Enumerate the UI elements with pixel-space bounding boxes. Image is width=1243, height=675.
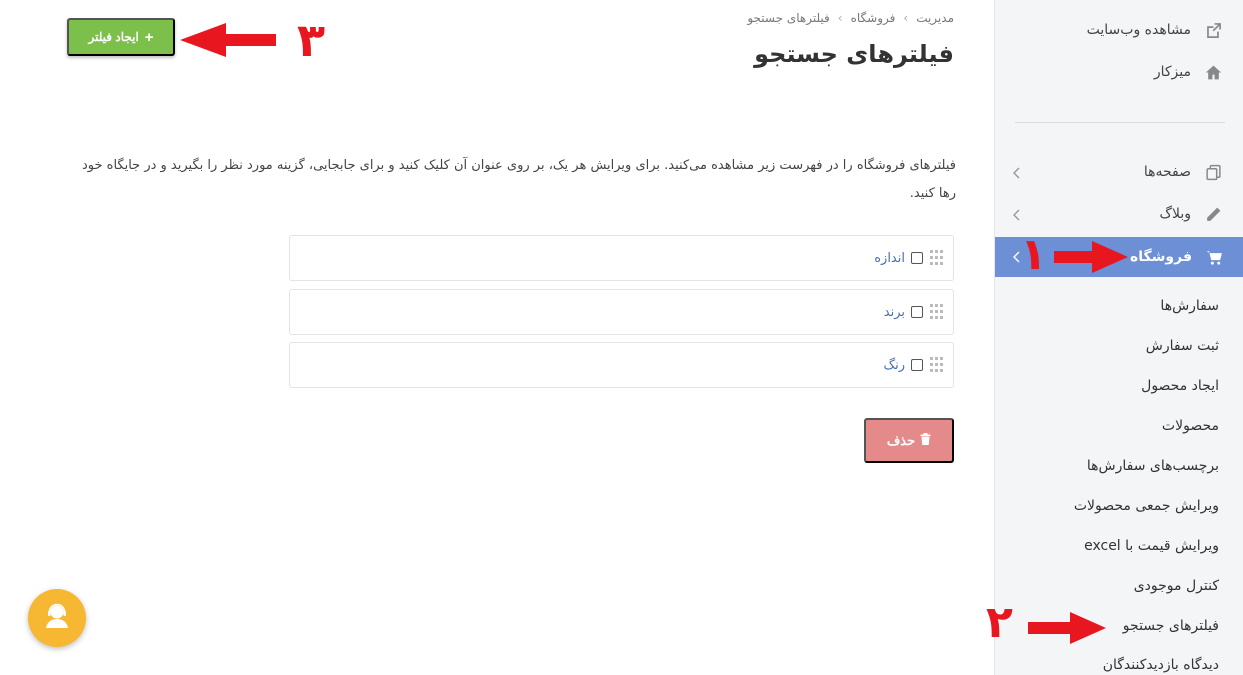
pencil-icon bbox=[1203, 204, 1223, 224]
annotation-arrow-1 bbox=[1054, 241, 1128, 273]
shop-sub-orders[interactable]: سفارش‌ها bbox=[1160, 298, 1219, 314]
shop-sub-excel-price[interactable]: ویرایش قیمت با excel bbox=[1084, 538, 1219, 554]
sidebar-item-pages[interactable]: صفحه‌ها bbox=[1144, 162, 1223, 182]
filter-checkbox[interactable] bbox=[911, 359, 923, 371]
breadcrumb-separator: › bbox=[903, 11, 909, 25]
sidebar: مشاهده وب‌سایت میزکار صفحه‌ها وبلاگ bbox=[994, 0, 1243, 675]
view-website-label: مشاهده وب‌سایت bbox=[1086, 22, 1191, 38]
page-description: فیلترهای فروشگاه را در فهرست زیر مشاهده … bbox=[81, 158, 956, 201]
annotation-number-1: ۱ bbox=[1020, 229, 1047, 280]
shop-sub-new-order[interactable]: ثبت سفارش bbox=[1146, 338, 1219, 354]
filter-title-link[interactable]: اندازه bbox=[874, 251, 905, 266]
drag-handle-icon[interactable] bbox=[929, 304, 943, 320]
annotation-number-2: ۲ bbox=[986, 597, 1013, 648]
delete-label: حذف bbox=[886, 432, 916, 448]
sidebar-item-shop-link[interactable]: فروشگاه bbox=[1130, 247, 1224, 267]
shop-sub-reviews[interactable]: دیدگاه بازدیدکنندگان bbox=[1103, 657, 1219, 673]
chevron-left-icon[interactable] bbox=[1011, 208, 1021, 222]
filter-checkbox[interactable] bbox=[911, 252, 923, 264]
view-website-link[interactable]: مشاهده وب‌سایت bbox=[1087, 20, 1223, 40]
shop-sub-products[interactable]: محصولات bbox=[1162, 418, 1219, 434]
shop-sub-create-product[interactable]: ایجاد محصول bbox=[1141, 378, 1219, 394]
shop-sub-bulk-edit[interactable]: ویرایش جمعی محصولات bbox=[1074, 498, 1219, 514]
filter-title-link[interactable]: رنگ bbox=[883, 358, 905, 373]
page-title: فیلترهای جستجو bbox=[754, 40, 954, 68]
filter-title-link[interactable]: برند bbox=[884, 305, 905, 320]
filter-row[interactable]: رنگ bbox=[289, 342, 954, 388]
breadcrumb-separator: › bbox=[837, 11, 843, 25]
sidebar-item-label: صفحه‌ها bbox=[1143, 164, 1191, 180]
pages-icon bbox=[1203, 162, 1223, 182]
annotation-arrow-3 bbox=[180, 23, 276, 57]
trash-icon bbox=[920, 433, 931, 448]
breadcrumb: مدیریت › فروشگاه › فیلترهای جستجو bbox=[747, 11, 954, 25]
drag-handle-icon[interactable] bbox=[929, 357, 943, 373]
filter-row[interactable]: اندازه bbox=[289, 235, 954, 281]
cart-icon bbox=[1204, 247, 1224, 267]
home-icon bbox=[1203, 62, 1223, 82]
shop-sub-search-filters[interactable]: فیلترهای جستجو bbox=[1123, 618, 1219, 634]
create-filter-label: ایجاد فیلتر bbox=[88, 30, 139, 44]
delete-button[interactable]: حذف bbox=[864, 418, 954, 463]
dashboard-label: میزکار bbox=[1153, 64, 1191, 80]
filter-row[interactable]: برند bbox=[289, 289, 954, 335]
sidebar-item-label: وبلاگ bbox=[1159, 206, 1191, 222]
plus-icon: + bbox=[144, 28, 154, 46]
external-link-icon bbox=[1203, 20, 1223, 40]
breadcrumb-admin[interactable]: مدیریت bbox=[916, 11, 954, 25]
shop-sub-inventory[interactable]: کنترل موجودی bbox=[1134, 578, 1219, 594]
chevron-left-icon[interactable] bbox=[1011, 166, 1021, 180]
annotation-arrow-2 bbox=[1028, 612, 1106, 644]
drag-handle-icon[interactable] bbox=[929, 250, 943, 266]
breadcrumb-current: فیلترهای جستجو bbox=[747, 11, 830, 25]
support-agent-icon bbox=[42, 601, 72, 635]
sidebar-divider bbox=[1015, 122, 1225, 123]
sidebar-item-blog[interactable]: وبلاگ bbox=[1159, 204, 1223, 224]
sidebar-item-label: فروشگاه bbox=[1129, 249, 1192, 265]
shop-sub-order-tags[interactable]: برچسب‌های سفارش‌ها bbox=[1087, 458, 1219, 474]
annotation-number-3: ۳ bbox=[297, 13, 326, 67]
support-chat-button[interactable] bbox=[28, 589, 86, 647]
breadcrumb-shop[interactable]: فروشگاه bbox=[851, 11, 896, 25]
filter-checkbox[interactable] bbox=[911, 306, 923, 318]
create-filter-button[interactable]: + ایجاد فیلتر bbox=[67, 18, 175, 56]
dashboard-link[interactable]: میزکار bbox=[1154, 62, 1223, 82]
